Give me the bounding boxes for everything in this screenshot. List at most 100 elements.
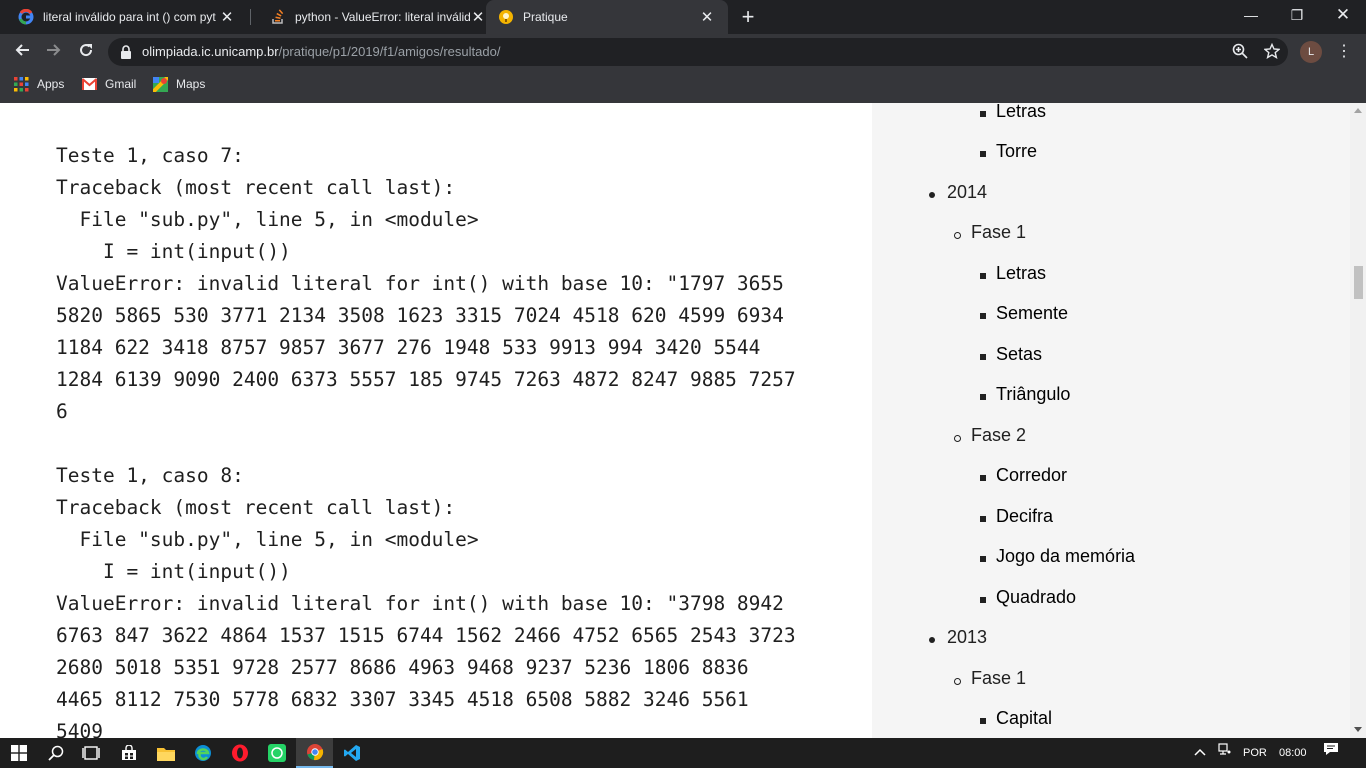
gmail-icon: [82, 78, 97, 90]
forward-button[interactable]: [40, 38, 68, 66]
year-heading-2013: 2013: [947, 627, 988, 647]
output-line: 6: [56, 400, 68, 423]
vscode-icon: [343, 745, 360, 761]
problem-bullet: [980, 313, 986, 319]
output-line: ValueError: invalid literal for int() wi…: [56, 592, 784, 615]
chrome-icon: [306, 744, 323, 761]
fase-heading-fase-1: Fase 1: [971, 668, 1027, 688]
notifications-button[interactable]: [1323, 738, 1343, 768]
problem-bullet: [980, 394, 986, 400]
task-view-button[interactable]: [72, 738, 109, 768]
network-icon: [1218, 743, 1231, 755]
lock-icon[interactable]: [120, 45, 132, 59]
notification-icon: [1324, 743, 1338, 755]
tab-strip: literal inválido para int () com pyt ✕ p…: [0, 0, 1366, 34]
whatsapp-button[interactable]: [258, 738, 295, 768]
problem-link-setas[interactable]: Setas: [996, 344, 1042, 365]
profile-avatar[interactable]: L: [1300, 41, 1322, 63]
bookmarks-bar: Apps Gmail Maps: [0, 70, 1366, 103]
problem-bullet: [980, 597, 986, 603]
browser-toolbar: olimpiada.ic.unicamp.br/pratique/p1/2019…: [0, 34, 1366, 70]
tab-pratique[interactable]: Pratique ✕: [486, 0, 728, 34]
store-button[interactable]: [110, 738, 147, 768]
bookmark-label: Maps: [176, 77, 206, 91]
result-panel: Teste 1, caso 7: Traceback (most recent c…: [0, 103, 872, 738]
problem-link-corredor[interactable]: Corredor: [996, 465, 1067, 486]
sidebar-problem-list: Letras Torre 2014 Fase 1 Letras Semente Setas T…: [872, 103, 1350, 738]
start-button[interactable]: [0, 738, 37, 768]
vscode-button[interactable]: [333, 738, 370, 768]
fase-bullet: [954, 435, 961, 442]
tab-title: Pratique: [523, 10, 568, 24]
problem-bullet: [980, 516, 986, 522]
opera-button[interactable]: [221, 738, 258, 768]
close-tab-icon[interactable]: ✕: [699, 8, 715, 26]
bookmark-label: Gmail: [105, 77, 137, 91]
year-bullet: [929, 192, 935, 198]
output-line: 6763 847 3622 4864 1537 1515 6744 1562 2…: [56, 624, 796, 647]
problem-bullet: [980, 151, 986, 157]
address-bar[interactable]: olimpiada.ic.unicamp.br/pratique/p1/2019…: [108, 38, 1288, 66]
new-tab-button[interactable]: +: [738, 5, 758, 29]
chrome-menu-icon[interactable]: ⋮: [1334, 38, 1354, 66]
problem-link-capital[interactable]: Capital: [996, 708, 1052, 729]
close-window-button[interactable]: ✕: [1320, 0, 1366, 34]
problem-link-decifra[interactable]: Decifra: [996, 506, 1053, 527]
test-output: Teste 1, caso 7: Traceback (most recent c…: [56, 140, 796, 738]
network-indicator[interactable]: [1218, 738, 1234, 768]
output-line: Teste 1, caso 7:: [56, 144, 244, 167]
show-hidden-icons-button[interactable]: [1194, 738, 1210, 768]
output-line: 1184 622 3418 8757 9857 3677 276 1948 53…: [56, 336, 761, 359]
bookmark-apps[interactable]: Apps: [14, 70, 64, 98]
output-line: 5409: [56, 720, 103, 738]
tab-title: python - ValueError: literal inválid: [295, 10, 470, 24]
scrollbar-thumb[interactable]: [1354, 266, 1363, 299]
reload-button[interactable]: [72, 38, 100, 66]
page-scrollbar[interactable]: [1350, 103, 1366, 738]
problem-link-tri-ngulo[interactable]: Triângulo: [996, 384, 1070, 405]
tab-python-valueerror[interactable]: python - ValueError: literal inválid ✕: [252, 0, 486, 34]
bookmark-gmail[interactable]: Gmail: [82, 70, 136, 98]
problem-bullet: [980, 111, 986, 117]
problem-link-torre[interactable]: Torre: [996, 141, 1037, 162]
stackoverflow-icon: [272, 9, 284, 24]
url-text[interactable]: olimpiada.ic.unicamp.br/pratique/p1/2019…: [142, 44, 500, 59]
fase-bullet: [954, 678, 961, 685]
problem-link-semente[interactable]: Semente: [996, 303, 1068, 324]
url-path: /pratique/p1/2019/f1/amigos/resultado/: [278, 44, 501, 59]
output-line: File "sub.py", line 5, in <module>: [56, 208, 479, 231]
close-tab-icon[interactable]: ✕: [219, 8, 235, 26]
problem-link-letras[interactable]: Letras: [996, 263, 1046, 284]
restore-button[interactable]: ❐: [1274, 0, 1320, 34]
clock[interactable]: 08:00: [1279, 738, 1307, 768]
bookmark-maps[interactable]: Maps: [153, 70, 205, 98]
task-view-icon: [81, 746, 100, 760]
bookmark-star-icon[interactable]: [1264, 43, 1280, 59]
chrome-button[interactable]: [296, 738, 333, 768]
output-line: 5820 5865 530 3771 2134 3508 1623 3315 7…: [56, 304, 784, 327]
edge-button[interactable]: [184, 738, 221, 768]
problem-link-quadrado[interactable]: Quadrado: [996, 587, 1076, 608]
forward-arrow-icon: [47, 44, 61, 56]
scroll-up-arrow-icon[interactable]: [1354, 108, 1362, 113]
problem-link-jogo-da-mem-ria[interactable]: Jogo da memória: [996, 546, 1135, 567]
output-line: Teste 1, caso 8:: [56, 464, 244, 487]
close-tab-icon[interactable]: ✕: [470, 8, 486, 26]
search-button[interactable]: [37, 738, 74, 768]
back-button[interactable]: [8, 38, 36, 66]
web-page: Teste 1, caso 7: Traceback (most recent c…: [0, 103, 1366, 738]
problem-link-letras[interactable]: Letras: [996, 103, 1046, 122]
file-explorer-button[interactable]: [147, 738, 184, 768]
year-heading-2014: 2014: [947, 182, 988, 202]
output-line: Traceback (most recent call last):: [56, 176, 456, 199]
minimize-button[interactable]: —: [1228, 0, 1274, 34]
bookmark-label: Apps: [37, 77, 65, 91]
scroll-down-arrow-icon[interactable]: [1354, 727, 1362, 732]
url-domain: olimpiada.ic.unicamp.br: [142, 44, 279, 59]
tab-literal-invalido[interactable]: literal inválido para int () com pyt ✕: [0, 0, 250, 34]
language-indicator[interactable]: POR: [1243, 738, 1267, 768]
zoom-icon[interactable]: [1232, 43, 1248, 59]
back-arrow-icon: [15, 44, 29, 56]
reload-icon: [80, 44, 93, 57]
